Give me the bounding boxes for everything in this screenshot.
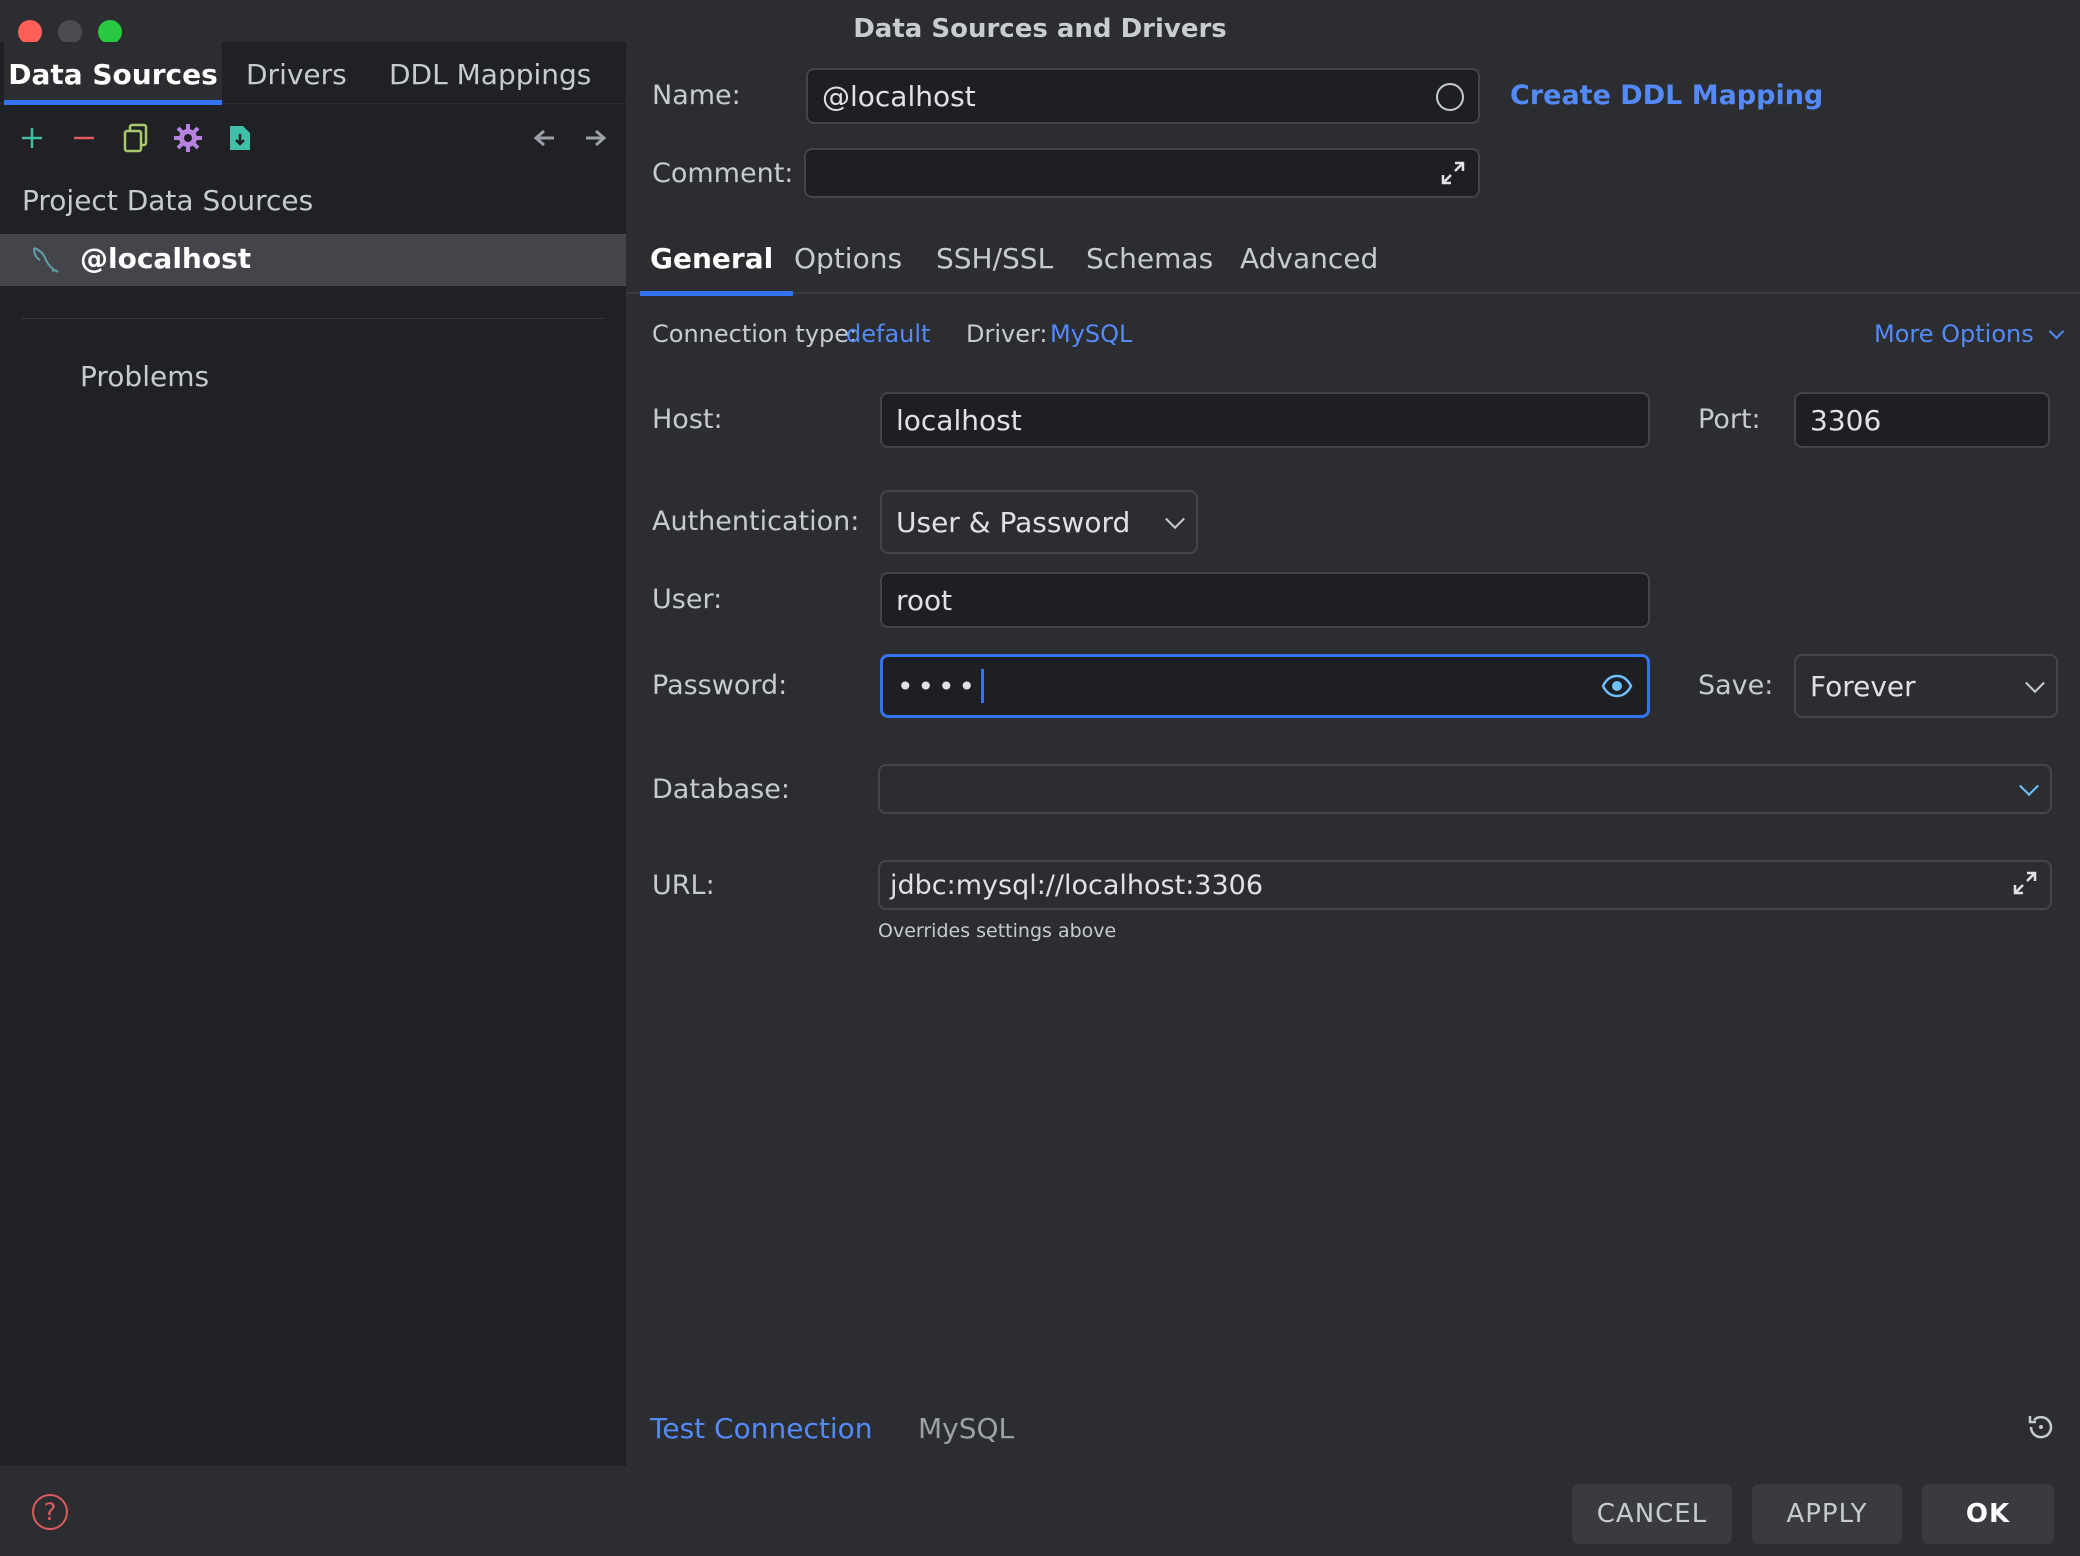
add-icon[interactable] [12,118,52,158]
driver-label: Driver: [966,320,1048,348]
tab-general[interactable]: General [639,232,794,296]
tab-ddl-mappings[interactable]: DDL Mappings [389,42,591,104]
database-select[interactable] [878,764,2052,814]
expand-icon[interactable] [1440,160,1466,193]
left-toolbar [0,112,626,172]
comment-label: Comment: [652,158,794,189]
data-source-item-localhost[interactable]: @localhost [0,234,626,286]
more-options-text: More Options [1874,320,2034,348]
host-label: Host: [652,404,723,435]
authentication-select[interactable]: User & Password [880,490,1198,554]
save-select[interactable]: Forever [1794,654,2058,718]
host-value: localhost [896,403,1022,437]
duplicate-icon[interactable] [116,118,156,158]
url-label: URL: [652,870,715,901]
test-connection-link[interactable]: Test Connection [650,1412,872,1445]
right-panel: Name: @localhost Create DDL Mapping Comm… [626,42,2080,1466]
window-title: Data Sources and Drivers [0,14,2080,44]
dialog-button-bar: ? CANCEL APPLY OK [0,1466,2080,1556]
tab-ssh-ssl[interactable]: SSH/SSL [936,232,1053,294]
chevron-down-icon [2049,323,2065,340]
database-label: Database: [652,774,790,805]
back-arrow-icon[interactable] [524,118,564,158]
help-icon[interactable]: ? [32,1494,68,1530]
password-mask: •••• [897,669,980,703]
user-label: User: [652,584,723,615]
divider [22,318,604,319]
problems-item[interactable]: Problems [80,360,209,393]
show-password-eye-icon[interactable] [1601,673,1633,706]
data-source-label: @localhost [80,242,252,275]
url-hint: Overrides settings above [878,920,1117,942]
chevron-down-icon [2025,673,2045,694]
project-data-sources-heading: Project Data Sources [22,184,314,217]
user-field[interactable]: root [880,572,1650,628]
save-label: Save: [1698,670,1774,701]
connection-type-link[interactable]: default [846,320,930,348]
text-cursor [981,669,985,703]
save-value: Forever [1810,669,1916,703]
url-field[interactable]: jdbc:mysql://localhost:3306 [878,860,2052,910]
url-value: jdbc:mysql://localhost:3306 [890,869,1264,901]
color-circle-icon[interactable] [1436,83,1464,111]
window-title-text: Data Sources and Drivers [853,14,1227,44]
authentication-label: Authentication: [652,506,860,537]
user-value: root [896,583,953,617]
tab-data-sources[interactable]: Data Sources [4,42,222,105]
tab-options[interactable]: Options [794,232,902,294]
driver-link[interactable]: MySQL [1050,320,1132,348]
name-field[interactable]: @localhost [806,68,1480,124]
driver-footer-label: MySQL [918,1412,1015,1445]
left-tabs: Data Sources Drivers DDL Mappings [0,42,626,105]
mysql-dolphin-icon [30,244,62,276]
create-ddl-mapping-link[interactable]: Create DDL Mapping [1510,80,1823,111]
tab-schemas[interactable]: Schemas [1086,232,1213,294]
port-value: 3306 [1810,403,1882,437]
chevron-down-icon [2019,776,2039,797]
forward-arrow-icon[interactable] [576,118,616,158]
port-label: Port: [1698,404,1761,435]
left-panel: Data Sources Drivers DDL Mappings Projec… [0,42,626,1466]
settings-icon[interactable] [168,118,208,158]
port-field[interactable]: 3306 [1794,392,2050,448]
comment-field[interactable] [804,148,1480,198]
password-field[interactable]: •••• [880,654,1650,718]
chevron-down-icon [1165,509,1185,530]
data-sources-dialog: Data Sources and Drivers Data Sources Dr… [0,0,2080,1556]
apply-button[interactable]: APPLY [1752,1484,1902,1544]
ok-button[interactable]: OK [1922,1484,2054,1544]
settings-tabs: General Options SSH/SSL Schemas Advanced [626,232,2080,296]
name-value: @localhost [822,79,976,113]
reset-icon[interactable] [2026,1412,2056,1449]
password-label: Password: [652,670,788,701]
more-options-link[interactable]: More Options [1874,320,2065,348]
remove-icon[interactable] [64,118,104,158]
password-value: •••• [897,657,985,715]
authentication-value: User & Password [896,505,1131,539]
cancel-button[interactable]: CANCEL [1572,1484,1732,1544]
tab-advanced[interactable]: Advanced [1240,232,1378,294]
tab-drivers[interactable]: Drivers [246,42,347,104]
import-icon[interactable] [220,118,260,158]
expand-icon[interactable] [2012,870,2038,903]
connection-type-label: Connection type: [652,320,858,348]
host-field[interactable]: localhost [880,392,1650,448]
name-label: Name: [652,80,741,111]
